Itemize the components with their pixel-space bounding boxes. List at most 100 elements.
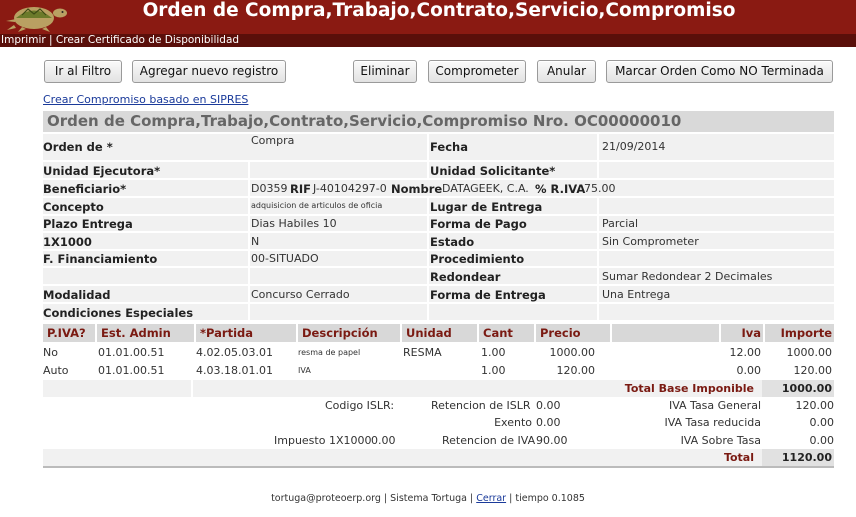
cell-cant: 1.00 xyxy=(481,346,506,359)
col-header-importe: Importe xyxy=(765,324,834,342)
estado-label: Estado xyxy=(430,235,475,249)
divider xyxy=(427,198,429,214)
divider xyxy=(248,162,250,178)
cell-partida: 4.02.05.03.01 xyxy=(196,346,273,359)
cell-precio: 120.00 xyxy=(556,364,596,377)
nombre-label: Nombre xyxy=(391,182,443,196)
col-header-precio: Precio xyxy=(536,324,610,342)
retencion-iva-label: Retencion de IVA xyxy=(442,434,536,447)
divider xyxy=(248,216,250,231)
footer-email: tortuga@proteoerp.org xyxy=(271,493,381,504)
cell-piva: No xyxy=(43,346,58,359)
footer: tortuga@proteoerp.org | Sistema Tortuga … xyxy=(0,493,856,504)
total-value: 1120.00 xyxy=(762,449,834,466)
cell-iva: 0.00 xyxy=(736,364,762,377)
form-row: Condiciones Especiales xyxy=(43,304,834,322)
iva-reducida-label: IVA Tasa reducida xyxy=(664,416,761,429)
anular-button[interactable]: Anular xyxy=(537,60,596,83)
x1000-label: 1X1000 xyxy=(43,235,92,249)
cell-est-admin: 01.01.00.51 xyxy=(98,346,165,359)
divider xyxy=(248,304,250,320)
beneficiario-label: Beneficiario* xyxy=(43,182,127,196)
divider xyxy=(427,134,429,160)
financiamiento-value[interactable]: 00-SITUADO xyxy=(251,252,319,265)
cell-est-admin: 01.01.00.51 xyxy=(98,364,165,377)
cell-cant: 1.00 xyxy=(481,364,506,377)
concepto-value[interactable]: adquisicion de articulos de oficia xyxy=(251,201,382,210)
marcar-no-terminada-button[interactable]: Marcar Orden Como NO Terminada xyxy=(606,60,833,83)
menu-separator: | xyxy=(49,34,53,46)
beneficiario-codigo[interactable]: D0359 xyxy=(251,182,287,195)
impuesto-1x1000-value: 0.00 xyxy=(371,434,396,447)
redondear-label: Redondear xyxy=(430,270,501,284)
total-label: Total xyxy=(723,451,754,464)
financiamiento-label: F. Financiamiento xyxy=(43,252,158,266)
divider xyxy=(427,268,429,284)
cell-descripcion: resma de papel xyxy=(298,348,361,357)
estado-value: Sin Comprometer xyxy=(602,235,699,248)
modalidad-value[interactable]: Concurso Cerrado xyxy=(251,288,350,301)
exento-value: 0.00 xyxy=(536,416,561,429)
eliminar-button[interactable]: Eliminar xyxy=(353,60,417,83)
retencion-islr-value: 0.00 xyxy=(536,399,561,412)
col-header-partida: *Partida xyxy=(196,324,296,342)
crear-compromiso-sipres-link[interactable]: Crear Compromiso basado en SIPRES xyxy=(43,93,248,106)
forma-pago-value[interactable]: Parcial xyxy=(602,217,638,230)
plazo-entrega-label: Plazo Entrega xyxy=(43,217,133,231)
x1000-value[interactable]: N xyxy=(251,235,259,248)
divider xyxy=(248,180,250,196)
forma-entrega-label: Forma de Entrega xyxy=(430,288,546,302)
cell-piva: Auto xyxy=(43,364,69,377)
unidad-ejecutora-label: Unidad Ejecutora* xyxy=(43,164,161,178)
rif-label: RIF xyxy=(290,182,311,196)
total-base-row: Total Base Imponible 1000.00 xyxy=(43,380,834,397)
riva-label: % R.IVA xyxy=(535,182,586,196)
plazo-entrega-value[interactable]: Dias Habiles 10 xyxy=(251,217,337,230)
cerrar-link[interactable]: Cerrar xyxy=(476,493,506,504)
app-header: Orden de Compra,Trabajo,Contrato,Servici… xyxy=(0,0,856,34)
divider xyxy=(248,286,250,302)
col-header-descripcion: Descripción xyxy=(298,324,400,342)
rif-value: J-40104297-0 xyxy=(313,182,387,195)
col-header-unidad: Unidad xyxy=(402,324,477,342)
cell-importe: 120.00 xyxy=(793,364,833,377)
divider xyxy=(597,268,599,284)
cell-precio: 1000.00 xyxy=(549,346,596,359)
fecha-value[interactable]: 21/09/2014 xyxy=(602,140,665,153)
form-row: Plazo Entrega Dias Habiles 10 Forma de P… xyxy=(43,216,834,233)
total-base-value: 1000.00 xyxy=(762,380,834,397)
iva-sobretasa-label: IVA Sobre Tasa xyxy=(680,434,761,447)
col-header-cant: Cant xyxy=(479,324,534,342)
cell-importe: 1000.00 xyxy=(786,346,833,359)
footer-system: Sistema Tortuga xyxy=(390,493,467,504)
total-row: Total 1120.00 xyxy=(43,449,834,466)
retencion-islr-label: Retencion de ISLR xyxy=(431,399,531,412)
divider xyxy=(597,251,599,266)
menu-bar: Imprimir | Crear Certificado de Disponib… xyxy=(0,34,856,47)
concepto-label: Concepto xyxy=(43,200,104,214)
orden-label: Orden de * xyxy=(43,140,113,154)
retencion-iva-value: 90.00 xyxy=(536,434,568,447)
divider xyxy=(597,134,599,160)
form-row: Modalidad Concurso Cerrado Forma de Entr… xyxy=(43,286,834,304)
divider xyxy=(248,251,250,266)
redondear-value[interactable]: Sumar Redondear 2 Decimales xyxy=(602,270,772,283)
forma-entrega-value[interactable]: Una Entrega xyxy=(602,288,670,301)
divider xyxy=(597,233,599,249)
nombre-value: DATAGEEK, C.A. xyxy=(442,182,529,195)
cell-descripcion: IVA xyxy=(298,366,311,375)
total-base-label: Total Base Imponible xyxy=(624,382,754,395)
form-row: Beneficiario* D0359 RIF J-40104297-0 Nom… xyxy=(43,180,834,198)
table-row[interactable]: No 01.01.00.51 4.02.05.03.01 resma de pa… xyxy=(43,344,834,361)
divider xyxy=(427,216,429,231)
ir-al-filtro-button[interactable]: Ir al Filtro xyxy=(44,60,122,83)
menu-crear-certificado[interactable]: Crear Certificado de Disponibilidad xyxy=(56,34,239,46)
agregar-registro-button[interactable]: Agregar nuevo registro xyxy=(132,60,286,83)
table-row[interactable]: Auto 01.01.00.51 4.03.18.01.01 IVA 1.00 … xyxy=(43,362,834,379)
iva-reducida-value: 0.00 xyxy=(809,416,835,429)
orden-value[interactable]: Compra xyxy=(251,134,294,147)
divider xyxy=(597,216,599,231)
modalidad-label: Modalidad xyxy=(43,288,111,302)
menu-imprimir[interactable]: Imprimir xyxy=(1,34,46,46)
comprometer-button[interactable]: Comprometer xyxy=(428,60,526,83)
